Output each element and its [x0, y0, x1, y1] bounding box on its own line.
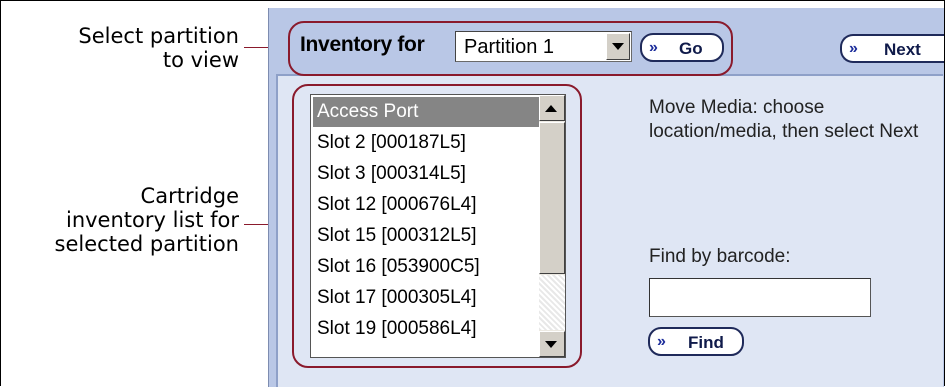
move-media-instructions: Move Media: choose location/media, then … — [649, 97, 919, 142]
inventory-for-label: Inventory for — [300, 33, 425, 56]
list-item[interactable]: Slot 17 [000305L4] — [313, 283, 539, 313]
callout-line: inventory list for — [65, 208, 239, 232]
list-scrollbar[interactable] — [539, 95, 565, 357]
list-item[interactable]: Slot 2 [000187L5] — [313, 128, 539, 158]
callout-inventory-list: Cartridge inventory list for selected pa… — [55, 184, 239, 256]
callout-line: selected partition — [54, 232, 239, 256]
scrollbar-thumb[interactable] — [539, 122, 565, 274]
scrollbar-track[interactable] — [539, 275, 565, 330]
inventory-list[interactable]: Access Port Slot 2 [000187L5] Slot 3 [00… — [310, 94, 566, 358]
list-item[interactable]: Slot 15 [000312L5] — [313, 221, 539, 251]
double-chevron-right-icon: » — [657, 333, 666, 350]
list-item[interactable]: Access Port — [313, 97, 539, 127]
partition-select-value: Partition 1 — [464, 36, 555, 58]
callout-line: to view — [162, 48, 239, 72]
go-button-label: Go — [679, 39, 703, 58]
partition-dropdown-button[interactable] — [606, 33, 630, 60]
list-item[interactable]: Slot 3 [000314L5] — [313, 159, 539, 189]
go-button[interactable]: » Go — [640, 33, 724, 62]
find-by-barcode-label: Find by barcode: — [649, 246, 791, 267]
list-item[interactable]: Slot 16 [053900C5] — [313, 252, 539, 282]
partition-select[interactable]: Partition 1 — [455, 31, 632, 62]
next-button-label: Next — [884, 40, 921, 59]
next-button[interactable]: » Next — [840, 34, 944, 63]
list-item[interactable]: Slot 12 [000676L4] — [313, 190, 539, 220]
chevron-up-icon — [545, 105, 557, 112]
scroll-down-button[interactable] — [539, 331, 565, 357]
callout-select-partition: Select partition to view — [78, 24, 239, 72]
chevron-down-icon — [612, 43, 624, 50]
callout-line: Cartridge — [140, 184, 239, 208]
list-item[interactable]: Slot 19 [000586L4] — [313, 314, 539, 344]
chevron-down-icon — [545, 341, 557, 348]
find-button-label: Find — [688, 333, 724, 352]
scroll-up-button[interactable] — [539, 95, 565, 121]
barcode-input[interactable] — [649, 278, 871, 317]
double-chevron-right-icon: » — [649, 39, 658, 56]
double-chevron-right-icon: » — [849, 40, 858, 57]
find-button[interactable]: » Find — [648, 327, 744, 356]
callout-line: Select partition — [78, 24, 239, 48]
